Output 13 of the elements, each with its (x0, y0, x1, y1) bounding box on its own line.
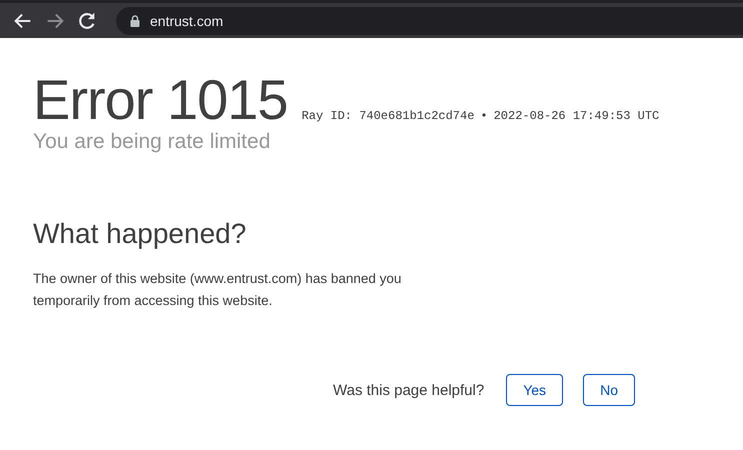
lock-icon (130, 14, 140, 26)
separator-dot: • (480, 109, 488, 123)
error-subtitle: You are being rate limited (33, 130, 272, 154)
error-title: Error 1015 (33, 72, 288, 128)
section-heading: What happened? (33, 218, 248, 250)
explanation-text: The owner of this website (www.entrust.com) has banned you temporarily from accessing this website. (33, 270, 402, 310)
feedback-button[interactable]: Yes (506, 374, 564, 406)
ray-id: Ray ID: 740e681b1c2cd74e (302, 109, 474, 123)
url-text: entrust.com (150, 12, 224, 28)
timestamp: 2022-08-26 17:49:53 UTC (494, 109, 660, 123)
feedback-button[interactable]: No (583, 374, 636, 406)
address-bar[interactable]: entrust.com (116, 6, 743, 34)
feedback-question: Was this page helpful? (333, 382, 484, 398)
